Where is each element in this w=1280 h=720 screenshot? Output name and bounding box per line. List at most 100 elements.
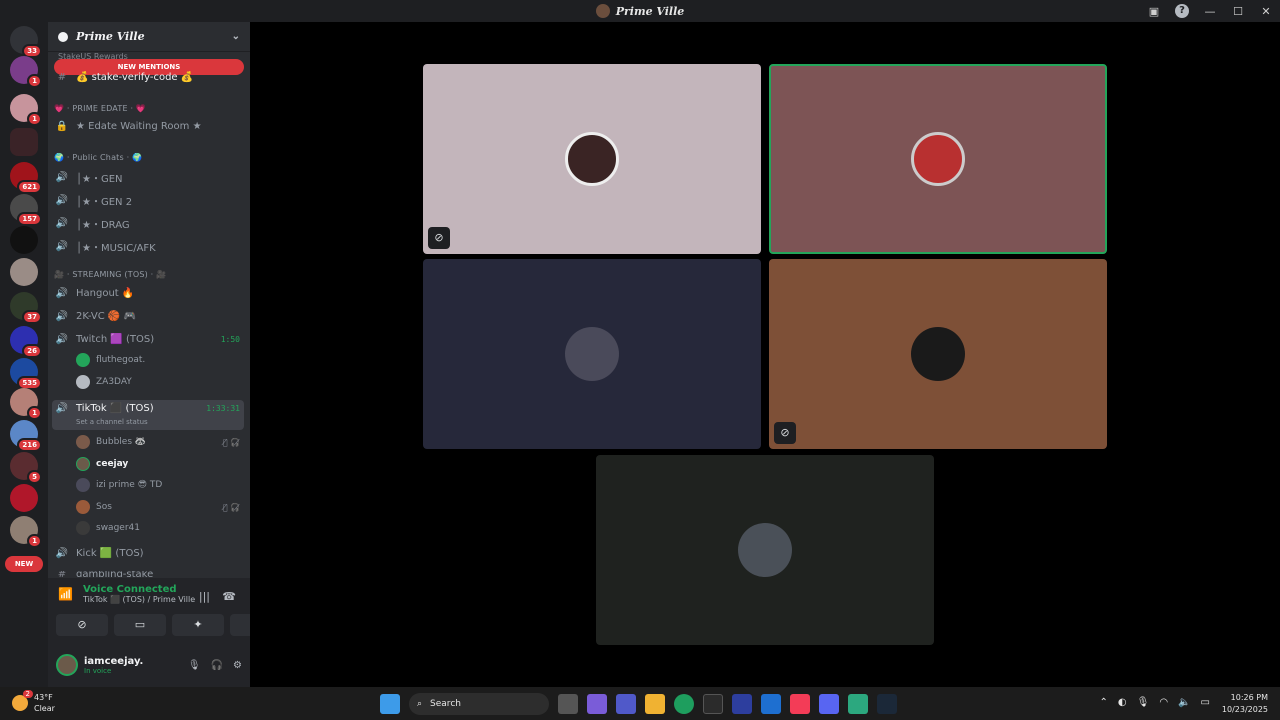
speaker-locked-icon: 🔊 — [55, 288, 69, 299]
discord-home-icon[interactable]: 33 — [10, 26, 42, 58]
guild-header[interactable]: Prime Ville ⌄ — [48, 22, 250, 52]
teams-icon[interactable] — [616, 694, 636, 714]
category-public-chats[interactable]: 🌍 · Public Chats · 🌍 — [54, 153, 244, 162]
server-folder-icon[interactable] — [10, 128, 38, 156]
channel-tiktok[interactable]: 🔊 TikTok ⬛ (TOS) 1:33:31 — [54, 403, 244, 414]
search-box[interactable]: ⌕ Search — [409, 693, 549, 715]
edge-icon[interactable] — [674, 694, 694, 714]
avatar — [911, 132, 965, 186]
video-tile[interactable]: ⊘ — [769, 259, 1107, 449]
minimize-button[interactable]: — — [1196, 5, 1224, 18]
channel-music[interactable]: 🔊 │★・MUSIC/AFK — [54, 239, 244, 254]
video-tile[interactable] — [423, 259, 761, 449]
voice-user[interactable]: Bubbles 🦝 🎙̸ 🎧̸ — [76, 435, 244, 449]
chevron-up-icon[interactable]: ⌃ — [1100, 697, 1108, 708]
avatar — [76, 435, 90, 449]
channel-drag[interactable]: 🔊 │★・DRAG — [54, 216, 244, 231]
channel-status[interactable]: Set a channel status — [76, 418, 250, 426]
volume-icon[interactable]: 🔈 — [1178, 697, 1190, 708]
tiktok-timer: 1:33:31 — [206, 404, 240, 413]
disconnect-icon[interactable]: ☎ — [222, 590, 236, 603]
server-icon[interactable]: 1 — [10, 388, 42, 420]
music-icon[interactable] — [790, 694, 810, 714]
voice-user[interactable]: ZA3DAY — [76, 375, 244, 389]
server-icon[interactable]: 157 — [10, 194, 42, 226]
tray-app-icon[interactable]: ◐ — [1118, 697, 1127, 708]
voice-connection-info[interactable]: 📶 Voice Connected TikTok ⬛ (TOS) / Prime… — [58, 584, 195, 604]
server-icon[interactable] — [10, 226, 38, 254]
channel-gen[interactable]: 🔊 │★・GEN — [54, 170, 244, 185]
server-icon[interactable] — [10, 484, 38, 512]
channel-stake-verify-code[interactable]: # 💰 stake-verify-code 💰 — [54, 72, 244, 83]
weather-widget[interactable]: 2 43°F Clear — [12, 690, 55, 714]
steam-icon[interactable] — [877, 694, 897, 714]
camera-off-icon: ⊘ — [428, 227, 450, 249]
lock-icon: 🔒 — [55, 121, 69, 132]
server-icon[interactable] — [10, 258, 38, 286]
server-icon[interactable]: 1 — [10, 56, 42, 88]
task-view-icon[interactable] — [558, 694, 578, 714]
category-prime-edate[interactable]: 💗 · PRIME EDATE · 💗 — [54, 104, 244, 113]
voice-user[interactable]: swager41 — [76, 521, 244, 535]
start-icon[interactable] — [380, 694, 400, 714]
server-icon[interactable]: 37 — [10, 292, 42, 324]
new-unreads-pill[interactable]: NEW — [5, 556, 43, 572]
channel-2k-vc[interactable]: 🔊 2K-VC 🏀 🎮 — [54, 311, 244, 322]
channel-kick[interactable]: 🔊 Kick 🟩 (TOS) — [54, 548, 244, 559]
signal-icon: 📶 — [58, 587, 73, 601]
clock[interactable]: 10:26 PM 10/23/2025 — [1222, 692, 1268, 716]
server-icon[interactable]: 5 — [10, 452, 42, 484]
gear-icon[interactable]: ⚙ — [233, 660, 242, 671]
activities-button[interactable]: ✦ — [172, 614, 224, 636]
close-button[interactable]: ✕ — [1252, 5, 1280, 18]
server-icon[interactable]: 1 — [10, 94, 42, 126]
battery-icon[interactable]: ▭ — [1201, 697, 1210, 708]
voice-user[interactable]: izi prime 😎 TD — [76, 478, 244, 492]
server-icon[interactable]: 216 — [10, 420, 42, 452]
discord-icon[interactable] — [819, 694, 839, 714]
inbox-icon[interactable]: ▣ — [1140, 5, 1168, 18]
help-icon[interactable]: ? — [1175, 4, 1189, 18]
camera-off-button[interactable]: ⊘ — [56, 614, 108, 636]
channel-gen2[interactable]: 🔊 │★・GEN 2 — [54, 193, 244, 208]
microphone-icon[interactable]: 🎙 — [1137, 697, 1150, 708]
guild-icon — [58, 31, 68, 42]
channel-gambling[interactable]: # gambling-stake — [54, 571, 244, 577]
app-l-icon[interactable] — [732, 694, 752, 714]
server-icon[interactable]: 1 — [10, 516, 42, 548]
copilot-icon[interactable] — [587, 694, 607, 714]
file-explorer-icon[interactable] — [645, 694, 665, 714]
voice-user[interactable]: Sos 🎙̸ 🎧̸ — [76, 500, 244, 514]
avatar — [911, 327, 965, 381]
wifi-icon[interactable]: ◠ — [1159, 697, 1168, 708]
voice-user[interactable]: fluthegoat. — [76, 353, 244, 367]
server-icon[interactable]: 26 — [10, 326, 42, 358]
server-list: 33 1 1 621 157 37 26 535 1 216 5 1 NEW — [0, 22, 48, 687]
voice-user[interactable]: ceejay — [76, 457, 244, 471]
store-icon[interactable] — [703, 694, 723, 714]
maximize-button[interactable]: ☐ — [1224, 5, 1252, 18]
channel-edate-waiting-room[interactable]: 🔒 ★ Edate Waiting Room ★ — [54, 121, 244, 132]
window-controls: ▣ ? — ☐ ✕ — [1140, 0, 1280, 22]
video-tile[interactable]: ⊘ — [423, 64, 761, 254]
microphone-icon[interactable]: 🎙 — [188, 660, 201, 671]
avatar[interactable] — [56, 654, 78, 676]
video-tile[interactable] — [596, 455, 934, 645]
headphones-icon[interactable]: 🎧 — [211, 660, 223, 671]
server-icon[interactable]: 535 — [10, 358, 42, 390]
channel-twitch[interactable]: 🔊 Twitch 🟪 (TOS) 1:50 — [54, 334, 244, 345]
hashtag-icon: # — [57, 571, 67, 577]
video-stage: ⊘ ⊘ — [250, 22, 1280, 687]
avatar — [76, 375, 90, 389]
avatar — [76, 500, 90, 514]
screen-share-button[interactable]: ▭ — [114, 614, 166, 636]
noise-suppression-icon[interactable]: ||| — [199, 590, 210, 603]
speaker-locked-icon: 🔊 — [55, 241, 69, 252]
category-streaming[interactable]: 🎥 · STREAMING (TOS) · 🎥 — [54, 270, 244, 279]
channel-hangout[interactable]: 🔊 Hangout 🔥 — [54, 288, 244, 299]
server-icon[interactable]: 621 — [10, 162, 42, 194]
voice-buttons: ⊘ ▭ ✦ ♪ — [56, 614, 282, 636]
app-icon[interactable] — [761, 694, 781, 714]
app-icon[interactable] — [848, 694, 868, 714]
video-tile-speaking[interactable] — [769, 64, 1107, 254]
